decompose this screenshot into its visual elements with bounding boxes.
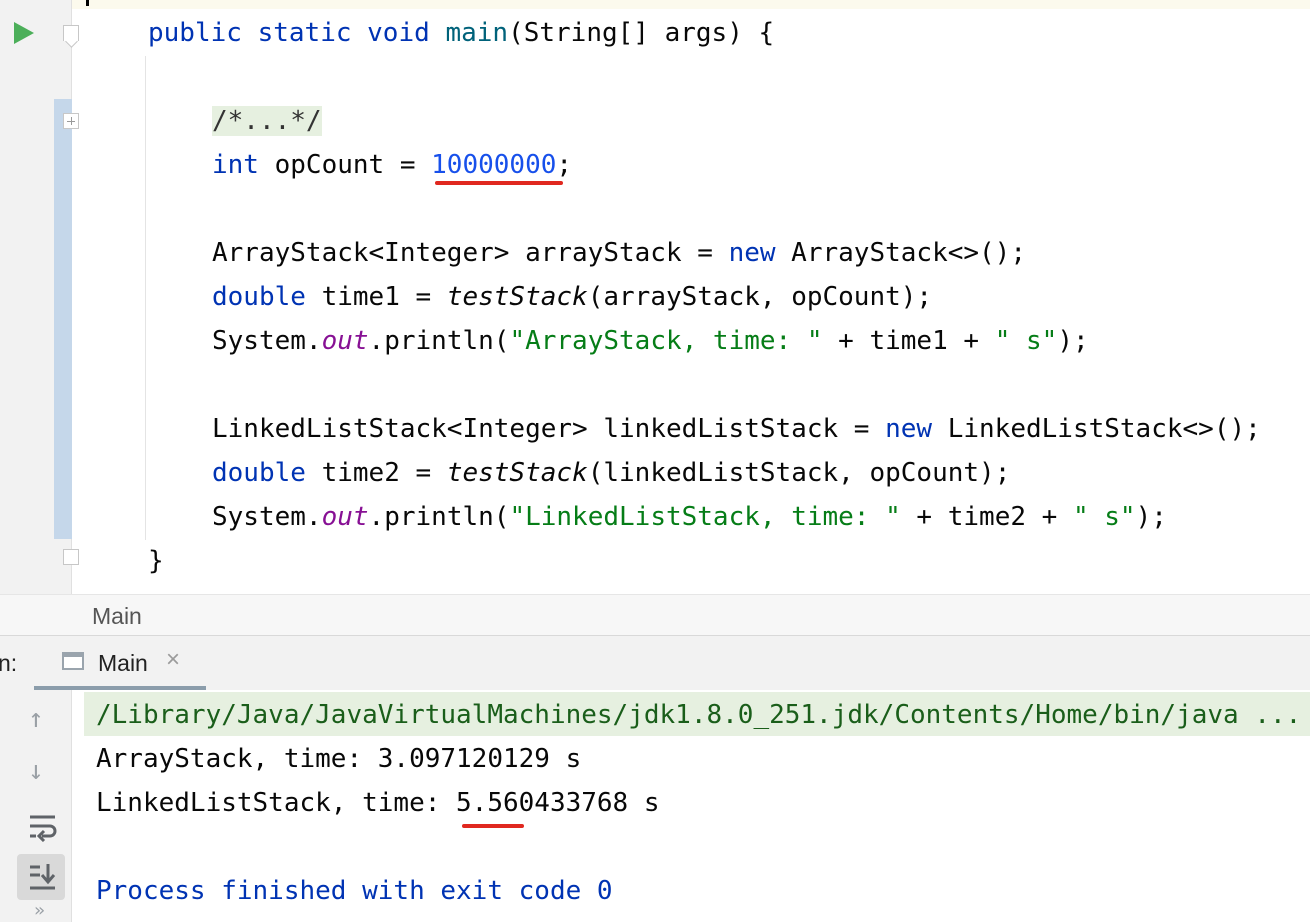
more-icon[interactable]: » — [34, 900, 45, 921]
code-token: new — [728, 238, 776, 268]
vcs-change-marker[interactable] — [54, 99, 72, 539]
code-token: void — [367, 18, 430, 48]
red-underline-annotation — [435, 181, 563, 185]
code-token: .println( — [368, 326, 510, 356]
code-token: static — [257, 18, 352, 48]
close-icon[interactable]: × — [166, 646, 180, 674]
run-icon[interactable] — [14, 22, 34, 44]
code-token: + time2 + — [900, 502, 1073, 532]
code-token: 10000000 — [431, 150, 557, 180]
code-line: double time1 = testStack(arrayStack, opC… — [212, 275, 932, 319]
scroll-to-end-icon[interactable] — [28, 862, 58, 892]
console-exit-line: Process finished with exit code 0 — [96, 876, 613, 906]
code-token: testStack — [446, 458, 588, 488]
breadcrumb: Main — [0, 594, 1310, 636]
code-line: double time2 = testStack(linkedListStack… — [212, 451, 1010, 495]
code-token: main — [445, 18, 509, 48]
code-token: ArrayStack<>(); — [775, 238, 1026, 268]
indent-guide — [145, 56, 146, 540]
run-tab-bar: n: Main × — [0, 636, 1310, 690]
arrow-up-icon[interactable]: ↑ — [28, 704, 44, 734]
folded-comment[interactable]: /*...*/ — [212, 106, 322, 136]
breadcrumb-item-main[interactable]: Main — [92, 603, 142, 630]
code-line: System.out.println("LinkedListStack, tim… — [212, 495, 1167, 539]
console-toolbar: ↑ ↓ » — [0, 690, 72, 922]
code-token: ); — [1135, 502, 1167, 532]
arrow-down-icon[interactable]: ↓ — [28, 756, 44, 786]
code-token: int — [212, 150, 259, 180]
code-token: time1 = — [305, 282, 447, 312]
code-token: System. — [212, 502, 322, 532]
code-line: LinkedListStack<Integer> linkedListStack… — [212, 407, 1261, 451]
code-editor[interactable]: public static void main(String[] args) {… — [0, 0, 1310, 594]
fold-collapse-icon[interactable] — [63, 25, 79, 41]
code-line: /*...*/ — [212, 99, 322, 143]
console-output-line: ArrayStack, time: 3.097120129 s — [96, 744, 582, 774]
tab-main[interactable]: Main × — [34, 636, 206, 690]
code-token: "LinkedListStack, time: " — [509, 502, 901, 532]
code-token: out — [321, 502, 369, 532]
fold-end-icon[interactable] — [63, 549, 79, 565]
run-panel-label: n: — [0, 650, 18, 676]
soft-wrap-icon[interactable] — [28, 812, 58, 842]
code-token: } — [148, 546, 164, 576]
code-token: " s" — [1072, 502, 1136, 532]
code-token: LinkedListStack<Integer> linkedListStack… — [212, 414, 886, 444]
red-underline-annotation — [462, 824, 524, 828]
code-token: public — [148, 18, 242, 48]
current-line-highlight — [72, 0, 1310, 9]
code-token: new — [885, 414, 933, 444]
console-window-icon — [62, 652, 84, 670]
code-token: time2 = — [305, 458, 447, 488]
code-token: ; — [556, 150, 573, 180]
code-token: double — [212, 282, 306, 312]
code-token: (arrayStack, opCount); — [587, 282, 933, 312]
code-token: " s" — [994, 326, 1058, 356]
code-token: out — [321, 326, 369, 356]
fold-expand-icon[interactable] — [63, 113, 79, 129]
code-token: "ArrayStack, time: " — [509, 326, 823, 356]
console-command-line: /Library/Java/JavaVirtualMachines/jdk1.8… — [96, 700, 1302, 730]
code-token: (String[] args) { — [508, 18, 775, 48]
code-token: (linkedListStack, opCount); — [587, 458, 1011, 488]
code-token: LinkedListStack<>(); — [932, 414, 1261, 444]
code-line: public static void main(String[] args) { — [148, 11, 774, 55]
code-line: ArrayStack<Integer> arrayStack = new Arr… — [212, 231, 1026, 275]
code-token: testStack — [446, 282, 588, 312]
code-line: } — [148, 539, 164, 583]
code-token: ); — [1057, 326, 1089, 356]
code-token: System. — [212, 326, 322, 356]
code-token: double — [212, 458, 306, 488]
code-line: System.out.println("ArrayStack, time: " … — [212, 319, 1089, 363]
console-output-line: LinkedListStack, time: 5.560433768 s — [96, 788, 660, 818]
code-token: opCount = — [258, 150, 432, 180]
code-token: ArrayStack<Integer> arrayStack = — [212, 238, 729, 268]
tab-main-label: Main — [98, 650, 148, 676]
console-output[interactable]: ↑ ↓ » /Library/Java/JavaVirtualMachines/… — [0, 690, 1310, 922]
text-caret — [86, 0, 89, 6]
code-token: + time1 + — [822, 326, 995, 356]
code-token: .println( — [368, 502, 510, 532]
